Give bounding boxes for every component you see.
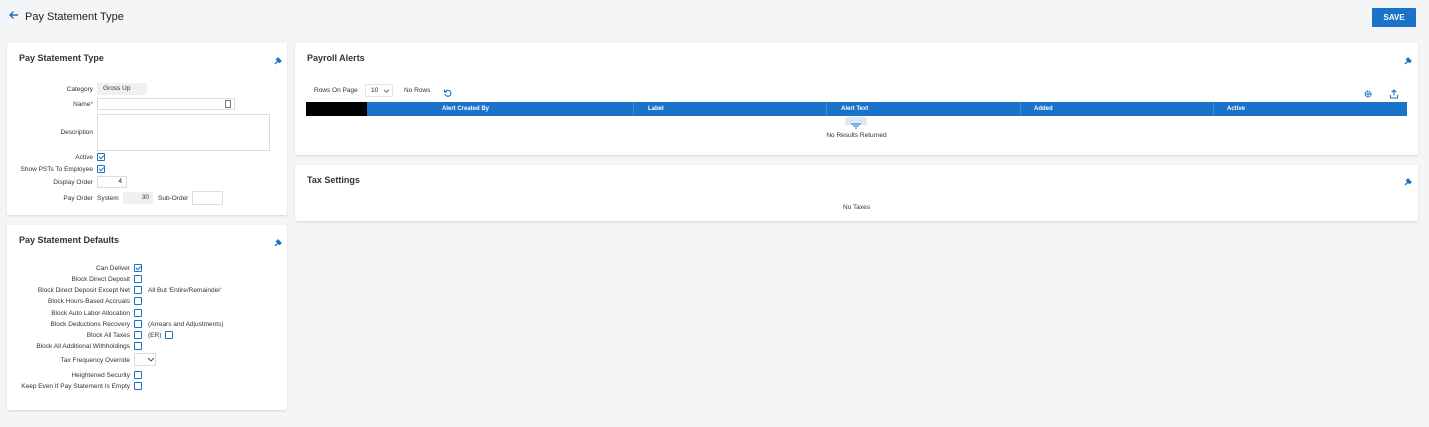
block-all-taxes-er-checkbox[interactable]: [165, 331, 173, 339]
block-all-taxes-checkbox[interactable]: [134, 331, 142, 339]
category-label: Category: [66, 86, 93, 93]
column-alert-text[interactable]: Alert Text: [841, 102, 868, 116]
panel-title: Pay Statement Type: [19, 53, 104, 63]
sub-order-input[interactable]: [192, 191, 223, 205]
column-label[interactable]: Label: [648, 102, 664, 116]
block-deductions-recovery-checkbox[interactable]: [134, 320, 142, 328]
pin-icon[interactable]: [1403, 174, 1413, 186]
save-button[interactable]: SAVE: [1372, 8, 1416, 27]
display-order-input[interactable]: 4: [97, 176, 127, 188]
block-additional-withholdings-label: Block All Additional Withholdings: [36, 343, 130, 350]
keep-even-if-empty-checkbox[interactable]: [134, 382, 142, 390]
keep-even-if-empty-label: Keep Even If Pay Statement Is Empty: [21, 383, 130, 390]
block-all-taxes-label: Block All Taxes: [86, 332, 130, 339]
pay-statement-defaults-panel: Pay Statement Defaults Can Deliver Block…: [7, 225, 287, 410]
rows-on-page-select[interactable]: 10: [365, 84, 393, 97]
block-all-taxes-note: (ER): [148, 332, 162, 339]
gear-icon[interactable]: [1363, 86, 1373, 98]
description-input[interactable]: [97, 114, 270, 151]
column-added[interactable]: Added: [1034, 102, 1053, 116]
display-order-label: Display Order: [53, 179, 93, 186]
block-dd-except-net-label: Block Direct Deposit Except Net: [37, 287, 130, 294]
display-order-value: 4: [118, 178, 122, 185]
active-checkbox[interactable]: [97, 153, 105, 161]
pay-order-label: Pay Order: [63, 195, 93, 202]
block-auto-labor-label: Block Auto Labor Allocation: [51, 310, 130, 317]
filter-icon[interactable]: [845, 117, 867, 129]
panel-title: Tax Settings: [307, 175, 360, 185]
system-label: System: [97, 195, 119, 202]
no-rows-label: No Rows: [404, 87, 431, 94]
pin-icon[interactable]: [1403, 53, 1413, 65]
name-input[interactable]: [97, 98, 235, 110]
block-deductions-recovery-note: (Arrears and Adjustments): [148, 321, 224, 328]
tax-settings-panel: Tax Settings No Taxes: [295, 165, 1418, 221]
block-auto-labor-checkbox[interactable]: [134, 309, 142, 317]
tax-empty-text: No Taxes: [843, 204, 870, 211]
category-value: Gross Up: [97, 83, 147, 95]
panel-title: Payroll Alerts: [307, 53, 365, 63]
heightened-security-label: Heightened Security: [71, 372, 130, 379]
name-label: Name*: [73, 101, 93, 108]
block-direct-deposit-label: Block Direct Deposit: [71, 276, 130, 283]
pin-icon[interactable]: [273, 53, 283, 65]
rows-on-page-value: 10: [371, 87, 379, 94]
system-value: 30: [123, 192, 153, 204]
block-additional-withholdings-checkbox[interactable]: [134, 342, 142, 350]
pay-statement-type-panel: Pay Statement Type Category Gross Up Nam…: [7, 43, 287, 215]
back-arrow-icon[interactable]: [8, 9, 20, 24]
panel-title: Pay Statement Defaults: [19, 235, 120, 245]
column-active[interactable]: Active: [1227, 102, 1245, 116]
can-deliver-label: Can Deliver: [96, 265, 130, 272]
heightened-security-checkbox[interactable]: [134, 371, 142, 379]
rows-on-page-label: Rows On Page: [314, 87, 358, 94]
sub-order-label: Sub-Order: [158, 195, 189, 202]
block-deductions-recovery-label: Block Deductions Recovery: [50, 321, 130, 328]
description-label: Description: [60, 129, 93, 136]
block-dd-except-net-checkbox[interactable]: [134, 286, 142, 294]
active-label: Active: [75, 154, 93, 161]
block-hours-accruals-label: Block Hours-Based Accruals: [47, 298, 130, 305]
doc-icon[interactable]: [225, 100, 231, 108]
show-psts-checkbox[interactable]: [97, 165, 105, 173]
tax-frequency-override-label: Tax Frequency Override: [60, 357, 130, 364]
refresh-icon[interactable]: [443, 85, 453, 97]
show-psts-label: Show PSTs To Employee: [20, 166, 94, 173]
alerts-empty-text: No Results Returned: [826, 132, 887, 139]
chevron-down-icon: [147, 357, 155, 362]
export-icon[interactable]: [1389, 86, 1399, 99]
tax-frequency-select[interactable]: [134, 353, 156, 366]
payroll-alerts-panel: Payroll Alerts Rows On Page 10 No Rows A…: [295, 43, 1418, 155]
column-alert-created-by[interactable]: Alert Created By: [442, 102, 489, 116]
pin-icon[interactable]: [273, 235, 283, 247]
can-deliver-checkbox[interactable]: [134, 264, 142, 272]
block-dd-except-net-note: All But 'Entire/Remainder': [148, 287, 222, 294]
chevron-down-icon: [383, 89, 390, 93]
page-title: Pay Statement Type: [25, 11, 124, 23]
alerts-table-header: Alert Created By Label Alert Text Added …: [306, 102, 1407, 116]
block-hours-accruals-checkbox[interactable]: [134, 297, 142, 305]
row-select-header[interactable]: [306, 102, 367, 116]
block-direct-deposit-checkbox[interactable]: [134, 275, 142, 283]
